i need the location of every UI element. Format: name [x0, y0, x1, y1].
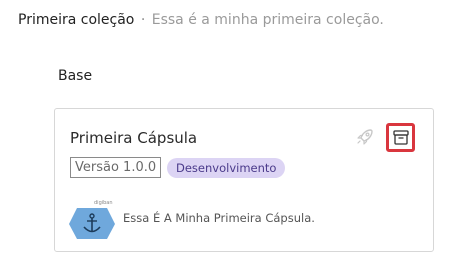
collection-description: Essa é a minha primeira coleção.	[151, 12, 384, 28]
archive-button[interactable]	[386, 123, 415, 152]
capsule-card[interactable]: Primeira Cápsula Versão 1.0.0 Desenvolvi…	[54, 108, 434, 252]
section-title: Base	[58, 68, 93, 84]
status-badge: Desenvolvimento	[167, 158, 286, 178]
header-separator: ·	[140, 12, 146, 28]
capsule-logo: digiban	[69, 199, 115, 239]
capsule-title: Primeira Cápsula	[70, 129, 198, 147]
version-label: Versão 1.0.0	[70, 157, 162, 178]
collection-title: Primeira coleção	[18, 12, 135, 28]
rocket-icon[interactable]	[355, 127, 375, 147]
collection-header: Primeira coleção · Essa é a minha primei…	[18, 12, 384, 28]
archive-icon	[392, 130, 409, 145]
anchor-logo-icon: digiban	[69, 200, 115, 239]
page: Primeira coleção · Essa é a minha primei…	[0, 0, 452, 268]
rocket-icon-svg	[357, 129, 373, 145]
logo-brand-text: digiban	[94, 200, 113, 206]
capsule-description: Essa É A Minha Primeira Cápsula.	[123, 211, 315, 225]
